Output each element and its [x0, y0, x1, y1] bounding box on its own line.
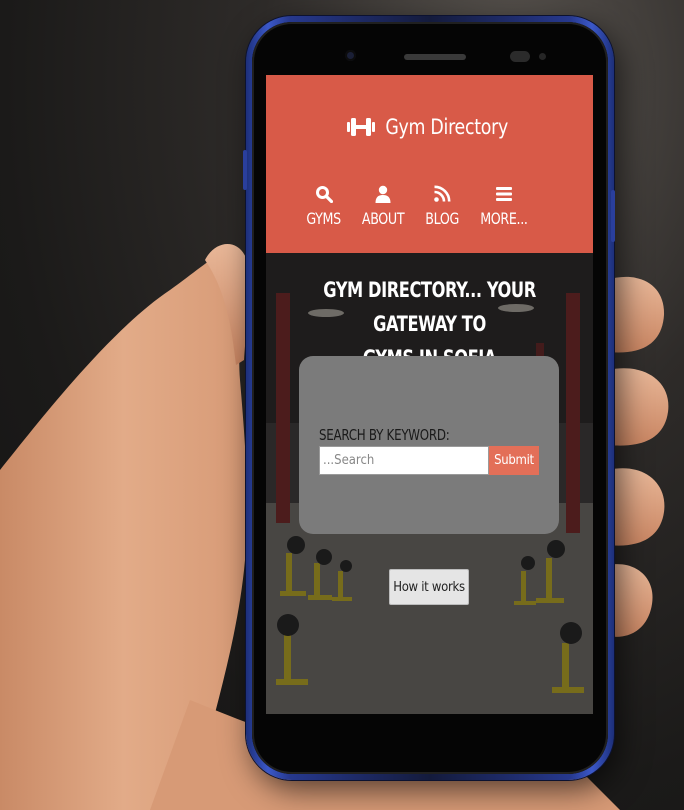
nav-label-blog: BLOG [425, 209, 460, 228]
logo-text: Gym Directory [385, 115, 508, 139]
submit-button[interactable]: Submit [489, 446, 539, 475]
volume-button [243, 150, 247, 190]
phone-screen: Gym Directory GYMS ABOUT BLOG MORE... GY… [266, 75, 593, 714]
user-icon [375, 185, 391, 203]
search-card: SEARCH BY KEYWORD: Submit [299, 356, 559, 534]
nav-item-gyms[interactable]: GYMS [304, 185, 343, 228]
dumbbell-icon [346, 118, 375, 136]
menu-icon [496, 187, 513, 201]
nav-item-more[interactable]: MORE... [477, 185, 531, 228]
search-input[interactable] [319, 446, 489, 475]
power-button [611, 190, 615, 242]
nav-item-blog[interactable]: BLOG [423, 185, 461, 228]
light-sensor [539, 53, 546, 60]
nav-label-about: ABOUT [362, 209, 405, 228]
nav-label-gyms: GYMS [306, 209, 341, 228]
earpiece-speaker [404, 54, 466, 60]
site-logo[interactable]: Gym Directory [266, 115, 593, 139]
nav-item-about[interactable]: ABOUT [359, 185, 407, 228]
main-nav: GYMS ABOUT BLOG MORE... [304, 185, 531, 228]
hero-section: GYM DIRECTORY... YOUR GATEWAY TO GYMS IN… [266, 253, 593, 714]
site-header: Gym Directory GYMS ABOUT BLOG MORE... [266, 75, 593, 253]
nav-label-more: MORE... [480, 209, 529, 228]
front-camera [345, 50, 356, 61]
proximity-sensor [510, 51, 530, 62]
hero-title-line1: GYM DIRECTORY... YOUR GATEWAY TO [323, 278, 536, 336]
rss-icon [434, 185, 451, 202]
how-it-works-button[interactable]: How it works [389, 569, 469, 605]
search-icon [315, 186, 333, 203]
search-label: SEARCH BY KEYWORD: [319, 426, 450, 444]
